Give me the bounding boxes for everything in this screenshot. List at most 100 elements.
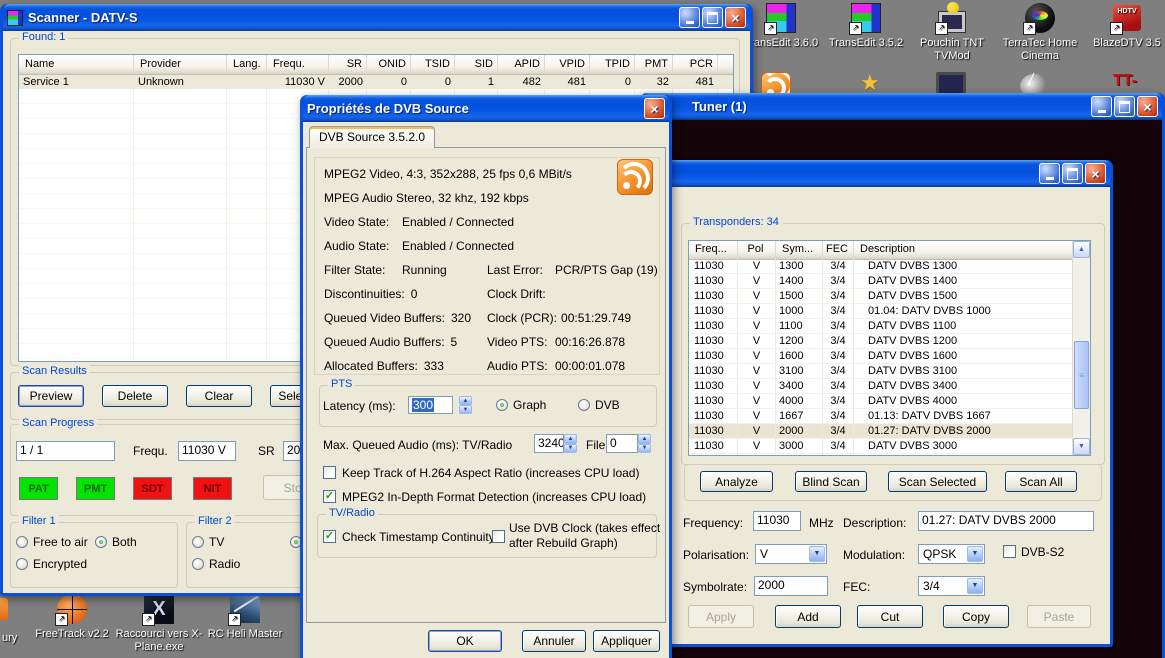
latency-spinner[interactable]: ▲▼ [459, 396, 472, 414]
scanner-column-header[interactable]: TSID [411, 55, 455, 74]
graph-radio[interactable] [496, 399, 508, 411]
transponder-row[interactable]: 11030 V 1600 3/4 DATV DVBS 1600 [689, 349, 1073, 364]
dialog-titlebar[interactable]: Propriétés de DVB Source × [303, 95, 669, 122]
desktop-icon-wand[interactable]: ★ [860, 72, 880, 94]
max-queued-file-spinner[interactable]: ▲▼ [638, 434, 651, 453]
transponder-row[interactable]: 11030 V 4000 3/4 DATV DVBS 4000 [689, 394, 1073, 409]
paste-button[interactable]: Paste [1027, 605, 1091, 628]
blind-scan-button[interactable]: Blind Scan [795, 471, 867, 492]
tuner-maximize-button[interactable] [1114, 96, 1135, 117]
scrollbar-thumb[interactable]: ≡ [1074, 341, 1089, 409]
description-field[interactable]: 01.27: DATV DVBS 2000 [918, 511, 1094, 531]
desktop-icon-blazedtv[interactable]: HDTV↗ BlazeDTV 3.5 [1083, 2, 1165, 50]
filter1-both-radio[interactable] [95, 536, 107, 548]
scanner-column-header[interactable]: PMT [635, 55, 673, 74]
delete-button[interactable]: Delete [102, 385, 168, 407]
cut-button[interactable]: Cut [857, 605, 923, 628]
scan-selected-button[interactable]: Scan Selected [888, 471, 987, 492]
transponder-row[interactable]: 11030 V 3400 3/4 DATV DVBS 3400 [689, 379, 1073, 394]
scanner-column-header[interactable]: APID [498, 55, 545, 74]
scanner-maximize-button[interactable] [702, 7, 723, 28]
frequ-field[interactable]: 11030 V [178, 441, 236, 461]
scanner-column-header[interactable]: Provider [134, 55, 227, 74]
scanner-column-header[interactable]: PCR [673, 55, 718, 74]
add-button[interactable]: Add [775, 605, 841, 628]
analyze-button[interactable]: Analyze [700, 471, 773, 492]
transponder-column-header[interactable]: Sym... [776, 241, 823, 259]
max-queued-tv-input[interactable]: 3240 [534, 434, 564, 453]
desktop-icon-pouchin[interactable]: ↗ Pouchin TNT TVMod [908, 2, 996, 63]
ok-button[interactable]: OK [428, 630, 502, 652]
transponder-minimize-button[interactable] [1039, 163, 1060, 184]
desktop-icon-freetrack[interactable]: ↗ FreeTrack v2.2 [28, 593, 116, 641]
transponder-column-header[interactable]: Freq... [689, 241, 738, 259]
transponder-row[interactable]: 11030 V 3000 3/4 DATV DVBS 3000 [689, 439, 1073, 454]
mpeg2-checkbox[interactable] [323, 490, 336, 503]
polarisation-select[interactable]: V [755, 544, 827, 564]
modulation-select[interactable]: QPSK [918, 544, 985, 564]
scanner-close-button[interactable]: × [725, 7, 746, 28]
transponder-close-button[interactable]: × [1085, 163, 1106, 184]
copy-button[interactable]: Copy [943, 605, 1009, 628]
cancel-button[interactable]: Annuler [522, 630, 586, 652]
timestamp-checkbox[interactable] [323, 530, 336, 543]
desktop-icon-rcheli[interactable]: ↗ RC Heli Master [201, 593, 289, 641]
dvb-clock-checkbox[interactable] [492, 530, 505, 543]
desktop-icon-label-partial[interactable]: ury [2, 632, 17, 644]
filter1-free-radio[interactable] [16, 536, 28, 548]
scanner-column-header[interactable]: Frequ. [267, 55, 329, 74]
scanner-column-header[interactable]: Lang. [227, 55, 267, 74]
latency-input[interactable]: 300 [408, 396, 453, 414]
h264-checkbox[interactable] [323, 466, 336, 479]
apply-button[interactable]: Apply [688, 605, 754, 628]
dvb-radio[interactable] [578, 399, 590, 411]
preview-button[interactable]: Preview [18, 385, 84, 407]
tuner-minimize-button[interactable] [1091, 96, 1112, 117]
transponder-row[interactable]: 11030 V 1000 3/4 01.04: DATV DVBS 1000 [689, 304, 1073, 319]
scroll-down-icon[interactable]: ▼ [1073, 438, 1090, 455]
symbolrate-field[interactable]: 2000 [754, 576, 828, 596]
apply-dialog-button[interactable]: Appliquer [593, 630, 660, 652]
transponder-row[interactable]: 11030 V 1200 3/4 DATV DVBS 1200 [689, 334, 1073, 349]
scroll-up-icon[interactable]: ▲ [1073, 241, 1090, 258]
transponder-row[interactable]: 11030 V 1667 3/4 01.13: DATV DVBS 1667 [689, 409, 1073, 424]
desktop-icon-xplane[interactable]: ↗ Raccourci vers X-Plane.exe [115, 593, 203, 654]
scanner-column-header[interactable]: Name [19, 55, 134, 74]
transponder-row[interactable]: 11030 V 1100 3/4 DATV DVBS 1100 [689, 319, 1073, 334]
transponder-row[interactable]: 11030 V 1400 3/4 DATV DVBS 1400 [689, 274, 1073, 289]
transponder-row[interactable]: 11030 V 2000 3/4 01.27: DATV DVBS 2000 [689, 424, 1073, 439]
dialog-close-button[interactable]: × [644, 98, 665, 119]
scanner-minimize-button[interactable] [679, 7, 700, 28]
transponder-maximize-button[interactable] [1062, 163, 1083, 184]
desktop-icon-tt[interactable]: TT- [1113, 72, 1137, 90]
desktop-icon-transedit-352[interactable]: ↗ TransEdit 3.5.2 [822, 2, 910, 50]
scanner-service-row[interactable]: Service 1Unknown11030 V20000014824810324… [19, 75, 733, 89]
progress-field[interactable]: 1 / 1 [16, 441, 115, 461]
transponder-list-header[interactable]: Freq...PolSym...FECDescription [689, 241, 1073, 260]
dvbs2-checkbox[interactable] [1003, 545, 1016, 558]
transponder-row[interactable]: 11030 V 1500 3/4 DATV DVBS 1500 [689, 289, 1073, 304]
scanner-column-header[interactable]: SR [329, 55, 367, 74]
tab-dvb-source[interactable]: DVB Source 3.5.2.0 [309, 126, 435, 148]
transponder-column-header[interactable]: Pol [738, 241, 776, 259]
scan-all-button[interactable]: Scan All [1005, 471, 1077, 492]
scanner-column-header[interactable]: SID [455, 55, 498, 74]
transponder-list[interactable]: Freq...PolSym...FECDescription 11030 V 1… [688, 240, 1091, 456]
transponder-row[interactable]: 11087 V 5000 Auto DATV DVBS 437 DG0VE 50… [689, 454, 1073, 456]
scanner-list-header[interactable]: NameProviderLang.Frequ.SRONIDTSIDSIDAPID… [19, 55, 733, 75]
filter1-encrypted-radio[interactable] [16, 558, 28, 570]
frequency-field[interactable]: 11030 [753, 511, 801, 531]
filter2-radio-radio[interactable] [192, 558, 204, 570]
transponder-row[interactable]: 11030 V 3100 3/4 DATV DVBS 3100 [689, 364, 1073, 379]
transponder-column-header[interactable]: FEC [823, 241, 854, 259]
max-queued-tv-spinner[interactable]: ▲▼ [564, 434, 577, 453]
scanner-column-header[interactable]: ONID [367, 55, 411, 74]
desktop-icon-partial[interactable] [0, 598, 8, 620]
fec-select[interactable]: 3/4 [918, 576, 985, 596]
scanner-titlebar[interactable]: Scanner - DATV-S × [3, 4, 750, 31]
scanner-column-header[interactable]: VPID [545, 55, 590, 74]
transponder-scrollbar[interactable]: ▲ ≡ ▼ [1072, 241, 1090, 455]
tuner-close-button[interactable]: × [1137, 96, 1158, 117]
desktop-icon-terratec[interactable]: ↗ TerraTec Home Cinema [996, 2, 1084, 63]
filter2-tv-radio[interactable] [192, 536, 204, 548]
